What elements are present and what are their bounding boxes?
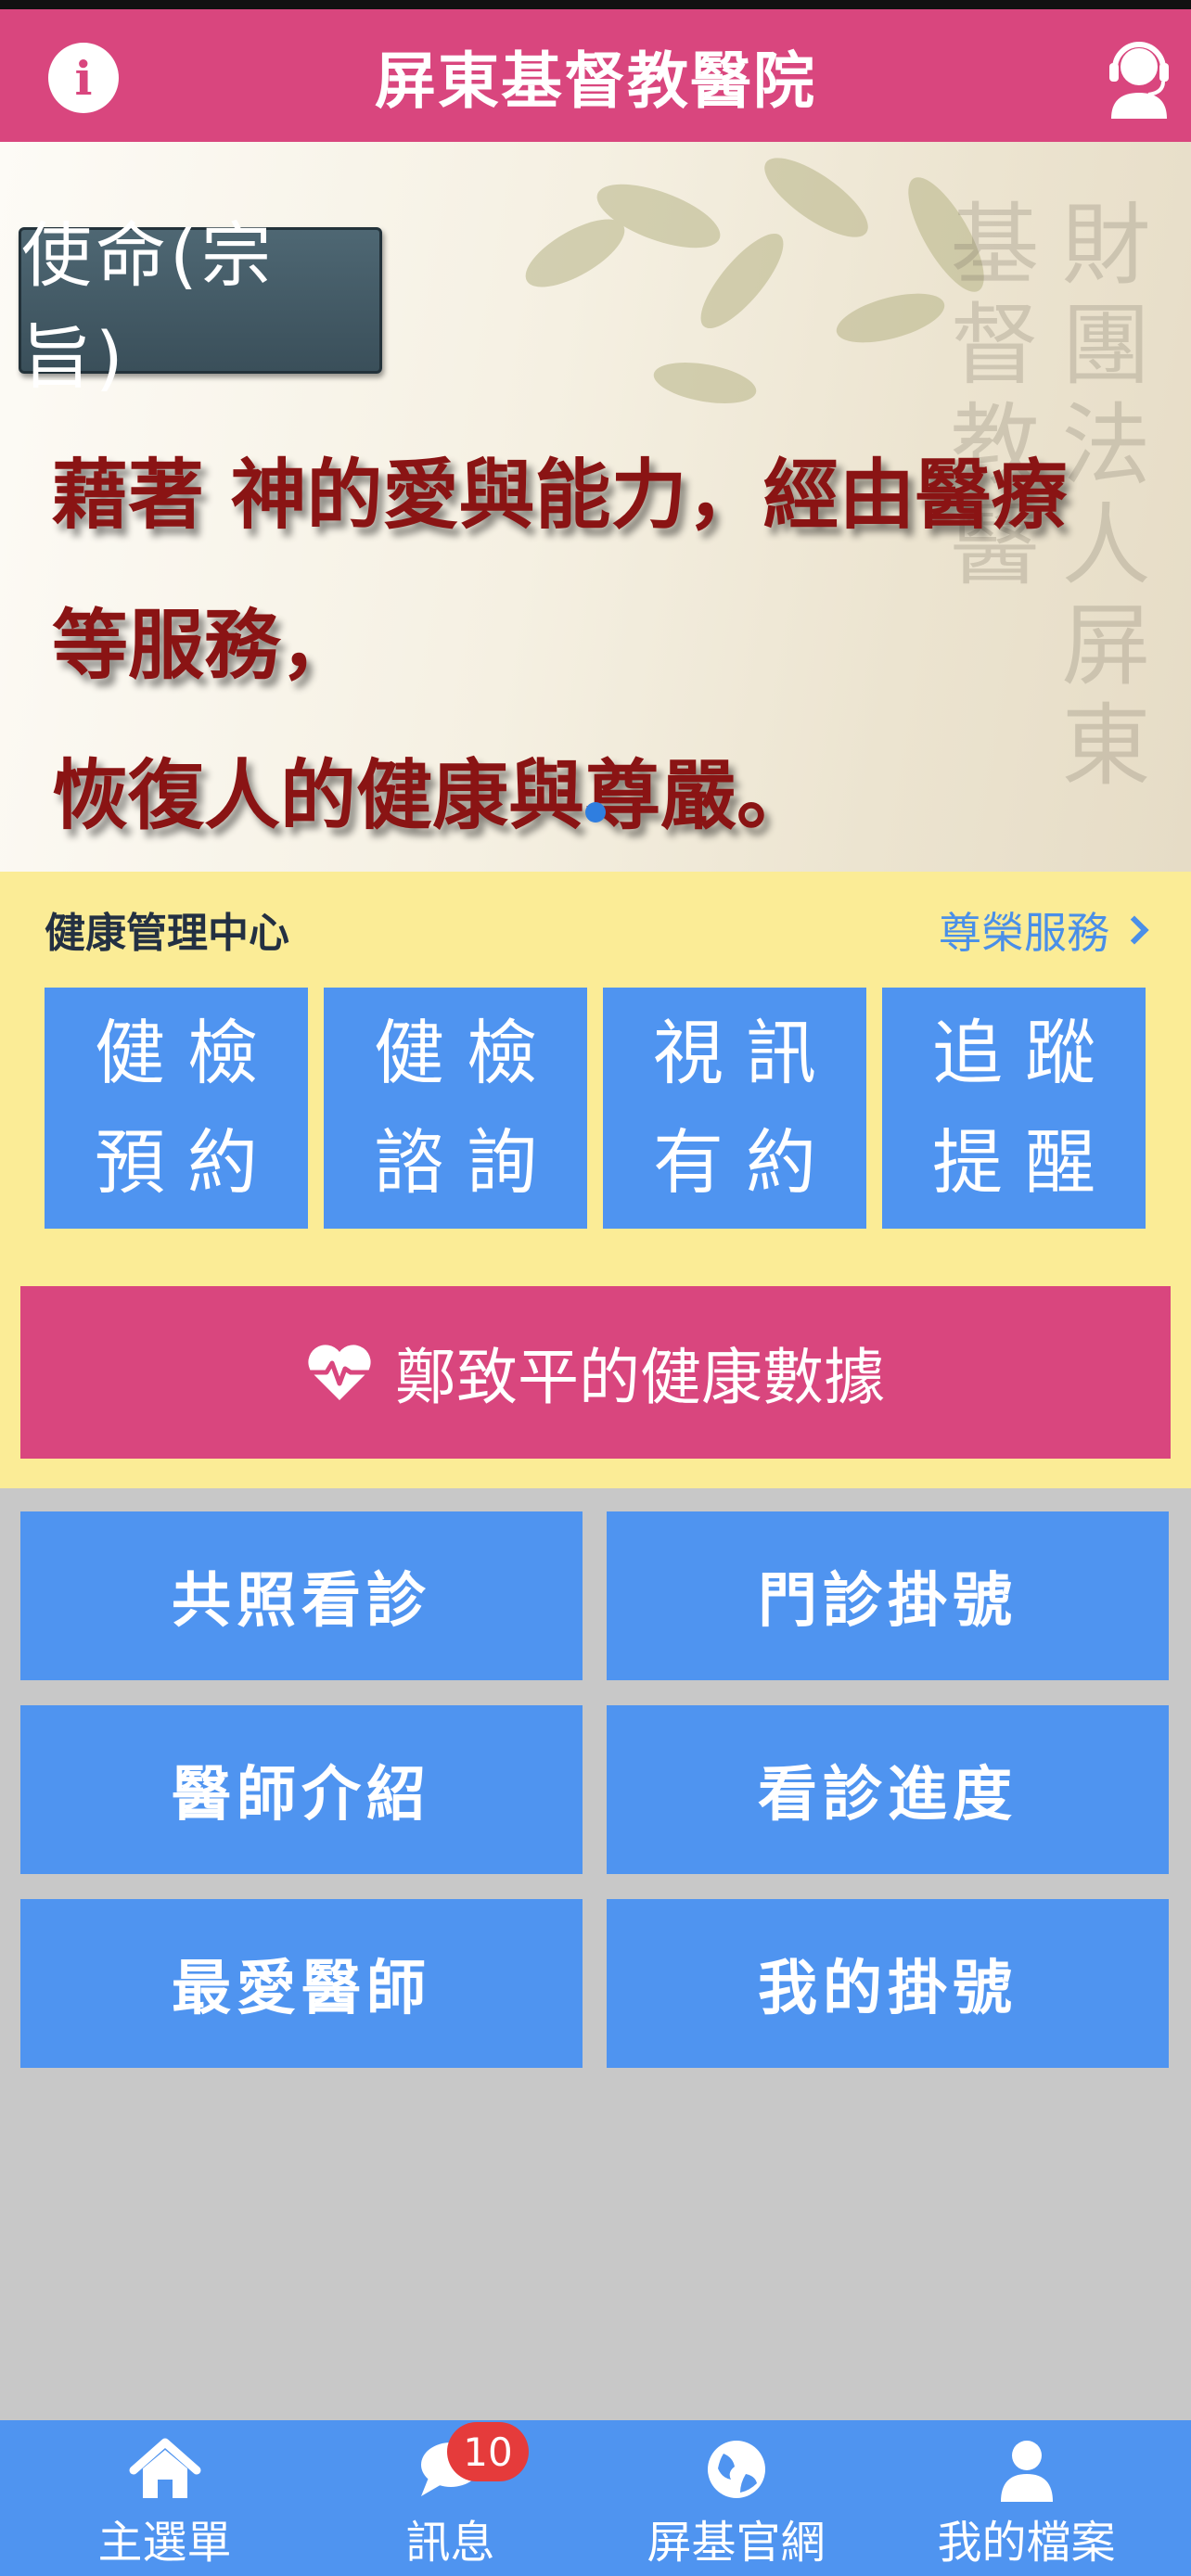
carousel-page-indicator[interactable] (585, 802, 606, 823)
vip-service-label: 尊榮服務 (939, 908, 1109, 958)
nav-main-menu[interactable]: 主選單 (16, 2420, 314, 2576)
nav-official-website[interactable]: 屏基官網 (587, 2420, 885, 2576)
user-icon (1000, 2441, 1053, 2502)
nav-label: 訊息 (405, 2517, 495, 2569)
tile-line-2: 有約 (653, 1121, 839, 1204)
mission-badge: 使命(宗旨) (19, 214, 382, 399)
tile-video-appointment[interactable]: 視訊 有約 (603, 988, 866, 1229)
customer-service-icon[interactable] (1104, 35, 1174, 119)
section-title: 健康管理中心 (45, 910, 289, 957)
tile-line-1: 健檢 (95, 1012, 280, 1094)
tile-line-1: 追蹤 (932, 1012, 1118, 1094)
mission-statement: 藉著 神的愛與能力，經由醫療等服務， 恢復人的健康與尊嚴。 (52, 420, 1119, 871)
nav-label: 我的檔案 (937, 2517, 1116, 2569)
tile-line-2: 提醒 (932, 1121, 1118, 1204)
tile-follow-up-reminder[interactable]: 追蹤 提醒 (882, 988, 1146, 1229)
mission-banner-carousel[interactable]: 財團法人屏東基督教醫 使命(宗旨) 藉著 神的愛與能力，經由醫療等服務， 恢復人… (0, 142, 1191, 872)
tile-checkup-consult[interactable]: 健檢 諮詢 (324, 988, 587, 1229)
message-count-badge: 10 (447, 2422, 529, 2481)
shared-care-visit-button[interactable]: 共照看診 (20, 1511, 583, 1680)
tile-line-2: 諮詢 (374, 1121, 559, 1204)
health-management-section: 健康管理中心 尊榮服務 健檢 預約 健檢 諮詢 視訊 有約 追蹤 提醒 鄭致平的… (0, 872, 1191, 1488)
app-header: i 屏東基督教醫院 (0, 9, 1191, 142)
tile-line-1: 健檢 (374, 1012, 559, 1094)
home-icon (129, 2438, 200, 2498)
tile-checkup-booking[interactable]: 健檢 預約 (45, 988, 308, 1229)
nav-my-profile[interactable]: 我的檔案 (877, 2420, 1175, 2576)
mission-line-1: 藉著 神的愛與能力，經由醫療等服務， (52, 451, 1068, 690)
health-data-label: 鄭致平的健康數據 (395, 1342, 885, 1413)
mission-line-2: 恢復人的健康與尊嚴。 (52, 751, 813, 840)
bottom-navigation: 主選單 訊息 屏基官網 我的檔案 (0, 2420, 1191, 2576)
page-title: 屏東基督教醫院 (375, 45, 816, 117)
outpatient-registration-button[interactable]: 門診掛號 (607, 1511, 1169, 1680)
chevron-right-icon (1120, 915, 1149, 945)
tile-line-2: 預約 (95, 1121, 280, 1204)
heart-pulse-icon (308, 1345, 371, 1400)
vip-service-link[interactable]: 尊榮服務 (939, 899, 1149, 961)
visit-progress-button[interactable]: 看診進度 (607, 1705, 1169, 1874)
doctor-introduction-button[interactable]: 醫師介紹 (20, 1705, 583, 1874)
nav-label: 主選單 (97, 2517, 232, 2569)
favorite-doctors-button[interactable]: 最愛醫師 (20, 1899, 583, 2068)
nav-label: 屏基官網 (647, 2517, 826, 2569)
health-data-button[interactable]: 鄭致平的健康數據 (20, 1286, 1171, 1459)
globe-icon (707, 2441, 765, 2498)
my-registrations-button[interactable]: 我的掛號 (607, 1899, 1169, 2068)
tile-line-1: 視訊 (653, 1012, 839, 1094)
info-icon[interactable]: i (48, 43, 119, 113)
status-strip (0, 0, 1191, 9)
